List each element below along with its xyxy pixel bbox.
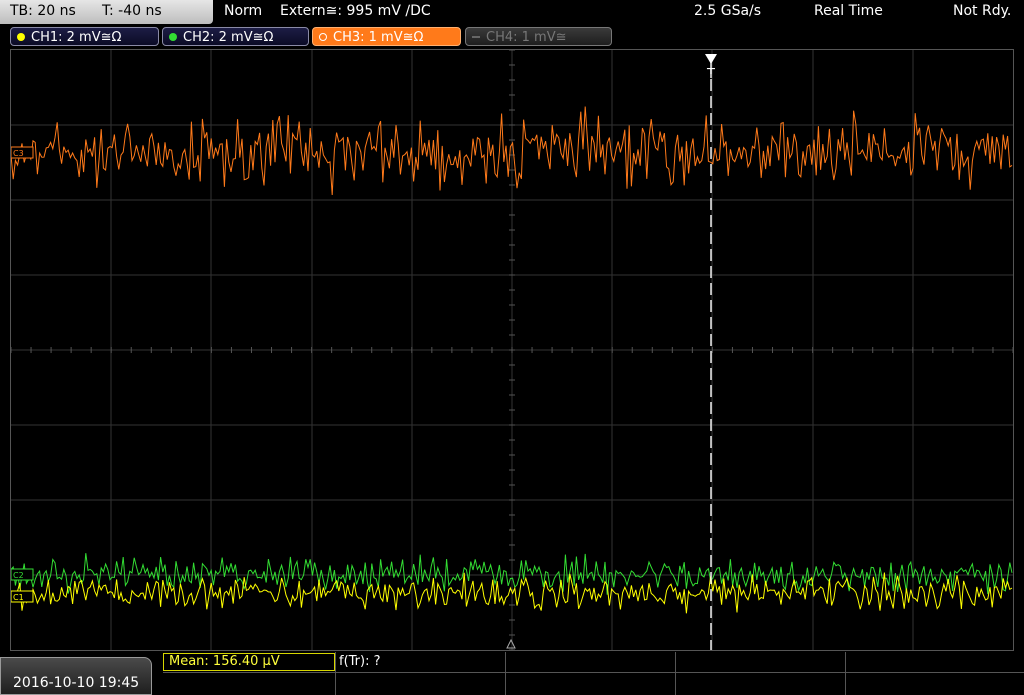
mean-measurement: Mean: 156.40 µV bbox=[169, 654, 280, 669]
ftr-measurement[interactable]: f(Tr): ? bbox=[339, 654, 381, 669]
acquisition-mode: Real Time bbox=[814, 3, 883, 19]
trigger-arrow-icon[interactable] bbox=[705, 54, 717, 64]
trigger-mode[interactable]: Norm bbox=[224, 3, 262, 19]
waveform-screen[interactable]: T C3 C2 C1 bbox=[10, 49, 1014, 651]
divider bbox=[505, 652, 506, 695]
ch2-dot-icon bbox=[169, 33, 177, 41]
trigger-time-label: T: -40 ns bbox=[102, 3, 162, 19]
ch2-marker-label: C2 bbox=[13, 571, 24, 580]
tab-ch2-label: CH2: 2 mV≅Ω bbox=[183, 30, 274, 45]
waveform-plot: T C3 C2 C1 bbox=[11, 50, 1013, 650]
tab-ch4[interactable]: CH4: 1 mV≅ bbox=[465, 27, 612, 46]
ch1-ground-marker[interactable]: C1 bbox=[11, 590, 34, 603]
tab-ch3[interactable]: CH3: 1 mV≅Ω bbox=[312, 27, 461, 46]
trigger-marker: T bbox=[706, 67, 715, 82]
ch2-ground-marker[interactable]: C2 bbox=[11, 568, 34, 581]
ch3-marker-label: C3 bbox=[13, 149, 24, 158]
ch4-off-icon bbox=[472, 36, 480, 38]
divider bbox=[163, 672, 1024, 673]
ch3-ground-marker[interactable]: C3 bbox=[11, 146, 34, 159]
ch1-marker-label: C1 bbox=[13, 593, 24, 602]
divider bbox=[845, 652, 846, 695]
datetime: 2016-10-10 19:45 bbox=[13, 675, 140, 691]
tab-ch1-label: CH1: 2 mV≅Ω bbox=[31, 30, 122, 45]
trigger-source[interactable]: Extern≅: 995 mV ∕DC bbox=[280, 3, 431, 19]
ch3-dot-icon bbox=[319, 33, 327, 41]
timebase-label: TB: 20 ns bbox=[10, 3, 76, 19]
sample-rate: 2.5 GSa/s bbox=[694, 3, 762, 19]
tab-ch2[interactable]: CH2: 2 mV≅Ω bbox=[162, 27, 309, 46]
horizontal-position-icon[interactable] bbox=[506, 638, 516, 649]
ready-state: Not Rdy. bbox=[953, 3, 1012, 19]
tab-ch4-label: CH4: 1 mV≅ bbox=[486, 30, 567, 45]
ch1-dot-icon bbox=[17, 33, 25, 41]
status-bar: Norm Extern≅: 995 mV ∕DC 2.5 GSa/s Real … bbox=[216, 0, 1024, 24]
datetime-panel[interactable]: 2016-10-10 19:45 bbox=[0, 657, 152, 695]
measurement-panel: Mean: 156.40 µV f(Tr): ? bbox=[163, 652, 1024, 695]
tab-ch3-label: CH3: 1 mV≅Ω bbox=[333, 30, 424, 45]
timebase-panel[interactable]: TB: 20 ns T: -40 ns bbox=[0, 0, 213, 24]
tab-ch1[interactable]: CH1: 2 mV≅Ω bbox=[10, 27, 159, 46]
divider bbox=[675, 652, 676, 695]
channel-tabs: CH1: 2 mV≅Ω CH2: 2 mV≅Ω CH3: 1 mV≅Ω CH4:… bbox=[0, 25, 1024, 49]
divider bbox=[335, 652, 336, 695]
